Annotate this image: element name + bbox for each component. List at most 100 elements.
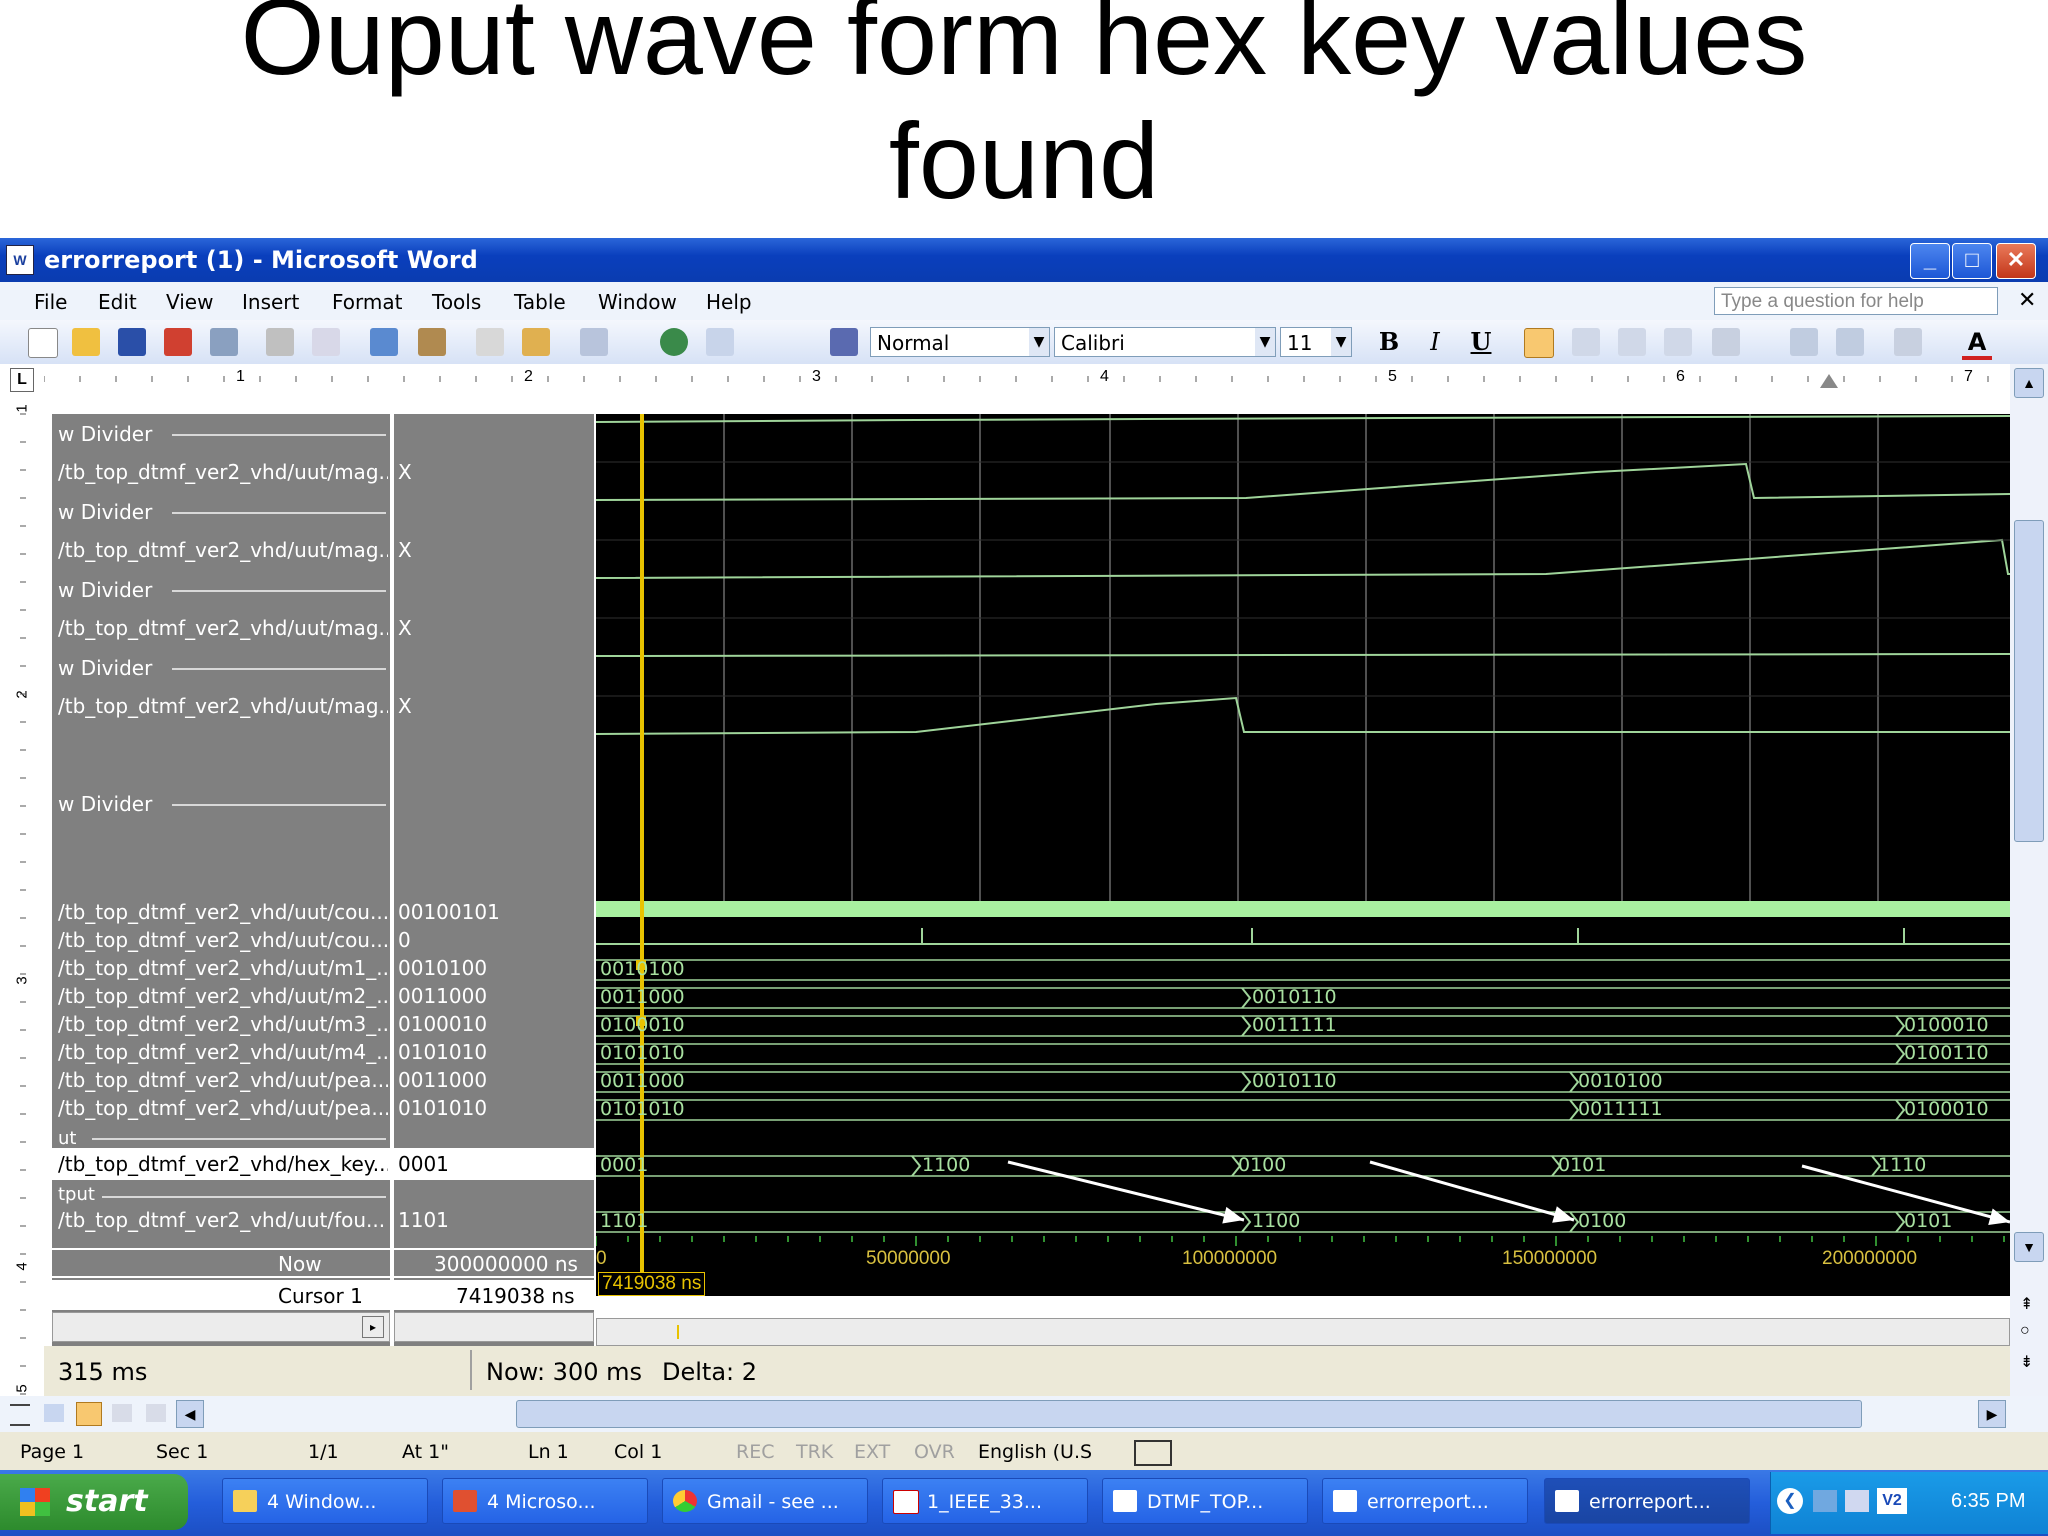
indent-marker-icon[interactable] <box>1820 374 1838 388</box>
italic-button[interactable]: I <box>1420 328 1450 356</box>
cursor-label[interactable]: Cursor 1 <box>278 1284 363 1308</box>
horizontal-ruler[interactable]: L 1 2 3 4 5 6 7 <box>0 364 2048 395</box>
font-color-button[interactable]: A <box>1962 328 1992 360</box>
scroll-down-icon[interactable]: ▼ <box>2014 1232 2044 1262</box>
tab-selector-icon[interactable]: L <box>10 368 34 392</box>
chevron-down-icon[interactable]: ▼ <box>1331 328 1351 356</box>
close-document-icon[interactable]: ✕ <box>2018 288 2036 313</box>
justify-icon[interactable] <box>1664 328 1692 356</box>
spelling-status-icon[interactable] <box>1134 1440 1172 1466</box>
menu-help[interactable]: Help <box>706 290 752 314</box>
menu-tools[interactable]: Tools <box>432 290 481 314</box>
outline-view-icon[interactable] <box>112 1404 132 1422</box>
next-page-icon[interactable]: ⇟ <box>2020 1352 2033 1372</box>
styles-icon[interactable] <box>830 328 858 356</box>
status-ext[interactable]: EXT <box>854 1441 890 1463</box>
task-ieee-pdf[interactable]: 1_IEEE_33... <box>882 1478 1088 1524</box>
status-language[interactable]: English (U.S <box>978 1441 1092 1463</box>
paste-icon[interactable] <box>522 328 550 356</box>
signal-name[interactable]: /tb_top_dtmf_ver2_vhd/uut/pea... <box>58 1068 388 1092</box>
select-browse-object-icon[interactable]: ○ <box>2020 1322 2030 1340</box>
chevron-down-icon[interactable]: ▼ <box>1255 328 1275 356</box>
names-hscroll[interactable] <box>52 1312 390 1342</box>
border-icon[interactable] <box>1894 328 1922 356</box>
signal-name[interactable]: /tb_top_dtmf_ver2_vhd/uut/mag... <box>58 616 388 640</box>
scroll-right-icon[interactable]: ▶ <box>1978 1400 2006 1428</box>
signal-name[interactable]: /tb_top_dtmf_ver2_vhd/uut/m3_... <box>58 1012 388 1036</box>
scroll-left-icon[interactable]: ◀ <box>176 1400 204 1428</box>
line-spacing-icon[interactable] <box>1712 328 1740 356</box>
task-errorreport-2[interactable]: errorreport... <box>1544 1478 1750 1524</box>
signal-name[interactable]: /tb_top_dtmf_ver2_vhd/uut/m2_... <box>58 984 388 1008</box>
style-select[interactable]: Normal ▼ <box>870 327 1050 357</box>
signal-name[interactable]: /tb_top_dtmf_ver2_vhd/uut/m4_... <box>58 1040 388 1064</box>
undo-icon[interactable] <box>580 328 608 356</box>
task-gmail[interactable]: Gmail - see ... <box>662 1478 868 1524</box>
task-errorreport-1[interactable]: errorreport... <box>1322 1478 1528 1524</box>
cut-icon[interactable] <box>476 328 504 356</box>
menu-insert[interactable]: Insert <box>242 290 299 314</box>
minimize-button[interactable]: _ <box>1910 243 1950 279</box>
signal-name[interactable]: /tb_top_dtmf_ver2_vhd/uut/mag... <box>58 694 388 718</box>
signal-name[interactable]: /tb_top_dtmf_ver2_vhd/uut/pea... <box>58 1096 388 1120</box>
spelling-icon[interactable] <box>370 328 398 356</box>
status-rec[interactable]: REC <box>736 1441 774 1463</box>
waveform-pane[interactable]: 0010100 0011000 0010110 0100010 0011111 … <box>596 414 2010 1236</box>
tray-app-icon[interactable]: V2 <box>1877 1488 1907 1514</box>
signal-name[interactable]: /tb_top_dtmf_ver2_vhd/uut/cou... <box>58 928 388 952</box>
web-layout-icon[interactable] <box>44 1404 64 1422</box>
align-left-icon[interactable] <box>1524 328 1554 358</box>
maximize-button[interactable]: □ <box>1952 243 1992 279</box>
close-button[interactable]: ✕ <box>1996 243 2036 279</box>
table-icon[interactable] <box>706 328 734 356</box>
signal-name[interactable]: /tb_top_dtmf_ver2_vhd/uut/m1_... <box>58 956 388 980</box>
menu-table[interactable]: Table <box>514 290 566 314</box>
signal-names-pane[interactable]: w Divider /tb_top_dtmf_ver2_vhd/uut/mag.… <box>52 414 390 1364</box>
task-dtmf-top[interactable]: DTMF_TOP... <box>1102 1478 1308 1524</box>
numbering-icon[interactable] <box>1790 328 1818 356</box>
status-ovr[interactable]: OVR <box>914 1441 955 1463</box>
align-right-icon[interactable] <box>1618 328 1646 356</box>
menu-file[interactable]: File <box>34 290 67 314</box>
permission-icon[interactable] <box>164 328 192 356</box>
scroll-up-icon[interactable]: ▲ <box>2014 368 2044 398</box>
signal-name[interactable]: /tb_top_dtmf_ver2_vhd/uut/fou... <box>58 1208 388 1232</box>
scroll-right-icon[interactable]: ▸ <box>362 1316 384 1338</box>
help-question-input[interactable]: Type a question for help <box>1714 287 1998 315</box>
bold-button[interactable]: B <box>1374 328 1404 356</box>
hyperlink-icon[interactable] <box>660 328 688 356</box>
save-icon[interactable] <box>118 328 146 356</box>
normal-view-icon[interactable] <box>10 1404 30 1426</box>
reading-layout-icon[interactable] <box>146 1404 166 1422</box>
signal-name-hex-key[interactable]: /tb_top_dtmf_ver2_vhd/hex_key... <box>58 1152 388 1176</box>
network-icon[interactable] <box>1813 1490 1837 1512</box>
print-icon[interactable] <box>266 328 294 356</box>
clock[interactable]: 6:35 PM <box>1951 1490 2025 1513</box>
menu-window[interactable]: Window <box>598 290 677 314</box>
signal-values-pane[interactable]: X X X X 00100101 0 0010100 0011000 01000… <box>394 414 594 1364</box>
display-icon[interactable] <box>1845 1490 1869 1512</box>
status-trk[interactable]: TRK <box>796 1441 833 1463</box>
research-icon[interactable] <box>418 328 446 356</box>
bullets-icon[interactable] <box>1836 328 1864 356</box>
start-button[interactable]: start <box>0 1474 188 1530</box>
align-center-icon[interactable] <box>1572 328 1600 356</box>
underline-button[interactable]: U <box>1466 328 1496 356</box>
vertical-scrollbar[interactable]: ▲ ▼ ⇞ ○ ⇟ <box>2010 364 2048 1396</box>
values-hscroll[interactable] <box>394 1312 594 1342</box>
print-layout-icon[interactable] <box>76 1402 102 1426</box>
email-icon[interactable] <box>210 328 238 356</box>
waveform-hscroll[interactable] <box>596 1318 2010 1346</box>
signal-name[interactable]: /tb_top_dtmf_ver2_vhd/uut/mag... <box>58 538 388 562</box>
font-size-select[interactable]: 11 ▼ <box>1280 327 1352 357</box>
new-document-icon[interactable] <box>28 328 58 358</box>
open-folder-icon[interactable] <box>72 328 100 356</box>
task-windows-explorer[interactable]: 4 Window... <box>222 1478 428 1524</box>
tray-expand-icon[interactable]: ❮ <box>1777 1488 1803 1514</box>
print-preview-icon[interactable] <box>312 328 340 356</box>
cursor-time-tag[interactable]: 7419038 ns <box>598 1272 706 1296</box>
scroll-thumb[interactable] <box>2014 520 2044 842</box>
word-doc-icon[interactable]: W <box>6 245 34 275</box>
task-microsoft[interactable]: 4 Microso... <box>442 1478 648 1524</box>
hscroll-thumb[interactable] <box>516 1400 1862 1428</box>
